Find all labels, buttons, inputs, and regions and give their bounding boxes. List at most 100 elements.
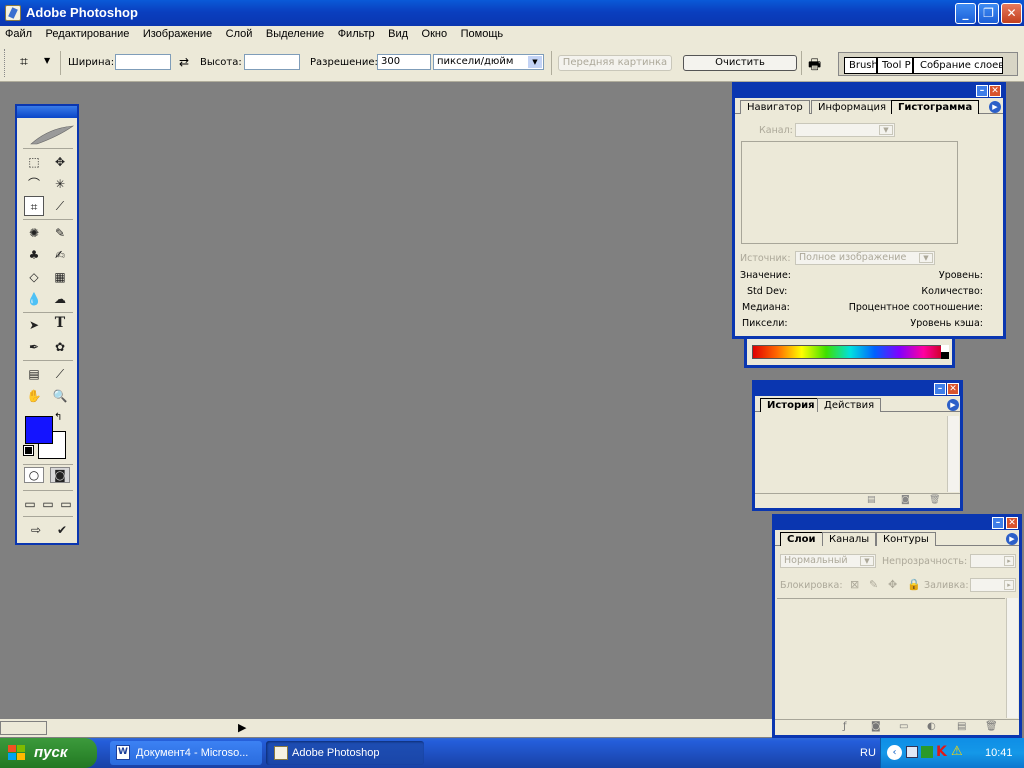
status-menu-arrow-icon[interactable]: ▶ xyxy=(238,721,246,734)
lock-all-icon[interactable]: 🔒 xyxy=(907,578,921,591)
lock-transparency-icon[interactable]: ⊠ xyxy=(850,578,859,591)
palette-tab-layer-comps[interactable]: Собрание слоев xyxy=(913,57,1003,74)
menu-window[interactable]: Окно xyxy=(417,26,453,42)
screen-mode-full-icon[interactable]: ▭ xyxy=(58,494,74,514)
panel-header[interactable]: – ✕ xyxy=(755,383,960,396)
minimize-button[interactable]: _ xyxy=(955,3,976,24)
layers-scrollbar[interactable] xyxy=(1006,598,1018,718)
screen-mode-menu-icon[interactable]: ▭ xyxy=(40,494,56,514)
grip-handle[interactable] xyxy=(4,49,7,77)
default-colors-icon[interactable] xyxy=(23,445,34,456)
healing-brush-icon[interactable]: ✺ xyxy=(24,223,44,243)
network-icon[interactable] xyxy=(906,746,918,758)
menu-help[interactable]: Помощь xyxy=(456,26,509,42)
channel-select[interactable]: ▼ xyxy=(795,123,895,137)
fill-input[interactable]: ▸ xyxy=(970,578,1016,592)
lock-position-icon[interactable]: ✥ xyxy=(888,578,897,591)
type-tool-icon[interactable]: T xyxy=(50,315,70,335)
chevron-down-icon[interactable]: ▼ xyxy=(44,56,50,65)
resolution-input[interactable]: 300 xyxy=(377,54,431,70)
custom-shape-icon[interactable]: ✿ xyxy=(50,337,70,357)
eyedropper-icon[interactable]: ⟋ xyxy=(50,364,70,384)
brush-tool-icon[interactable]: ✎ xyxy=(50,223,70,243)
source-select[interactable]: Полное изображение ▼ xyxy=(795,251,935,265)
tray-expand-icon[interactable]: ‹ xyxy=(887,745,902,760)
new-group-icon[interactable]: ▭ xyxy=(899,721,908,732)
hand-tool-icon[interactable]: ✋ xyxy=(24,386,44,406)
dodge-tool-icon[interactable]: ☁ xyxy=(50,289,70,309)
menu-layer[interactable]: Слой xyxy=(221,26,258,42)
history-list[interactable] xyxy=(757,416,946,492)
resolution-unit-select[interactable]: пиксели/дюйм ▼ xyxy=(433,54,544,70)
gradient-tool-icon[interactable]: ▦ xyxy=(50,267,70,287)
crop-tool-icon[interactable]: ⌗ xyxy=(20,54,40,72)
restore-button[interactable]: ❐ xyxy=(978,3,999,24)
tab-history[interactable]: История xyxy=(760,398,822,412)
lasso-tool-icon[interactable]: ⌒ xyxy=(24,174,44,194)
standard-mode-icon[interactable]: ○ xyxy=(24,467,44,483)
close-button[interactable]: ✕ xyxy=(1001,3,1022,24)
opacity-input[interactable]: ▸ xyxy=(970,554,1016,568)
close-icon[interactable]: ✕ xyxy=(947,383,959,395)
foreground-color-swatch[interactable] xyxy=(25,416,53,444)
menu-edit[interactable]: Редактирование xyxy=(41,26,135,42)
toolbox-header[interactable] xyxy=(17,106,77,118)
panel-header[interactable]: – ✕ xyxy=(735,85,1003,98)
jump-to-imageready-icon[interactable]: ⇨ xyxy=(24,520,48,540)
photoshop-feather-icon[interactable] xyxy=(29,124,75,146)
panel-menu-icon[interactable]: ▶ xyxy=(947,399,959,411)
start-button[interactable]: пуск xyxy=(0,738,97,768)
menu-view[interactable]: Вид xyxy=(383,26,413,42)
width-input[interactable] xyxy=(115,54,171,70)
lock-pixels-icon[interactable]: ✎ xyxy=(869,578,878,591)
panel-menu-icon[interactable]: ▶ xyxy=(1006,533,1018,545)
palette-tab-brushes[interactable]: Brushe xyxy=(844,57,877,74)
menu-filter[interactable]: Фильтр xyxy=(333,26,380,42)
new-document-icon[interactable]: ▤ xyxy=(867,495,876,505)
minimize-icon[interactable]: – xyxy=(992,517,1004,529)
screen-mode-standard-icon[interactable]: ▭ xyxy=(22,494,38,514)
blend-mode-select[interactable]: Нормальный ▼ xyxy=(780,554,876,568)
slice-tool-icon[interactable]: ⟋ xyxy=(50,196,70,216)
trash-icon[interactable]: 🗑 xyxy=(929,495,940,505)
zoom-field[interactable] xyxy=(0,721,47,735)
chevron-down-icon[interactable]: ▼ xyxy=(528,56,542,68)
close-icon[interactable]: ✕ xyxy=(989,85,1001,97)
minimize-icon[interactable]: – xyxy=(976,85,988,97)
magic-wand-icon[interactable]: ✳ xyxy=(50,174,70,194)
layer-style-icon[interactable]: ƒ xyxy=(843,721,847,732)
taskbar-item-word[interactable]: W Документ4 - Microso... xyxy=(110,741,262,765)
imageready-icon[interactable]: ✔ xyxy=(52,520,72,540)
tab-layers[interactable]: Слои xyxy=(780,532,823,546)
black-swatch[interactable] xyxy=(941,352,949,359)
palette-tab-tool-presets[interactable]: Tool P xyxy=(877,57,913,74)
history-brush-icon[interactable]: ✍ xyxy=(50,245,70,265)
panel-header[interactable]: – ✕ xyxy=(775,517,1019,530)
new-layer-icon[interactable]: ▤ xyxy=(957,721,966,732)
history-scrollbar[interactable] xyxy=(947,416,959,492)
marquee-tool-icon[interactable]: ⬚ xyxy=(24,152,44,172)
height-input[interactable] xyxy=(244,54,300,70)
menu-select[interactable]: Выделение xyxy=(261,26,329,42)
pen-tool-icon[interactable]: ✒ xyxy=(24,337,44,357)
trash-icon[interactable]: 🗑 xyxy=(985,721,998,732)
taskbar-item-photoshop[interactable]: Adobe Photoshop xyxy=(266,741,424,765)
menu-file[interactable]: Файл xyxy=(0,26,37,42)
minimize-icon[interactable]: – xyxy=(934,383,946,395)
warning-icon[interactable]: ⚠ xyxy=(951,744,963,759)
swap-icon[interactable]: ⇄ xyxy=(179,55,189,69)
tab-histogram[interactable]: Гистограмма xyxy=(891,100,980,114)
clone-stamp-icon[interactable]: ♣ xyxy=(24,245,44,265)
layer-mask-icon[interactable]: ◙ xyxy=(871,721,881,732)
clear-button[interactable]: Очистить xyxy=(683,55,797,71)
snapshot-icon[interactable]: ◙ xyxy=(901,495,910,505)
quick-mask-icon[interactable]: ◙ xyxy=(50,467,70,483)
tab-actions[interactable]: Действия xyxy=(817,398,882,412)
security-icon[interactable] xyxy=(921,746,933,758)
panel-menu-icon[interactable]: ▶ xyxy=(989,101,1001,113)
eraser-tool-icon[interactable]: ◇ xyxy=(24,267,44,287)
swap-colors-icon[interactable]: ↰ xyxy=(54,412,62,423)
printer-icon[interactable]: 🖶 xyxy=(808,54,828,73)
close-icon[interactable]: ✕ xyxy=(1006,517,1018,529)
antivirus-icon[interactable]: K xyxy=(936,744,947,760)
